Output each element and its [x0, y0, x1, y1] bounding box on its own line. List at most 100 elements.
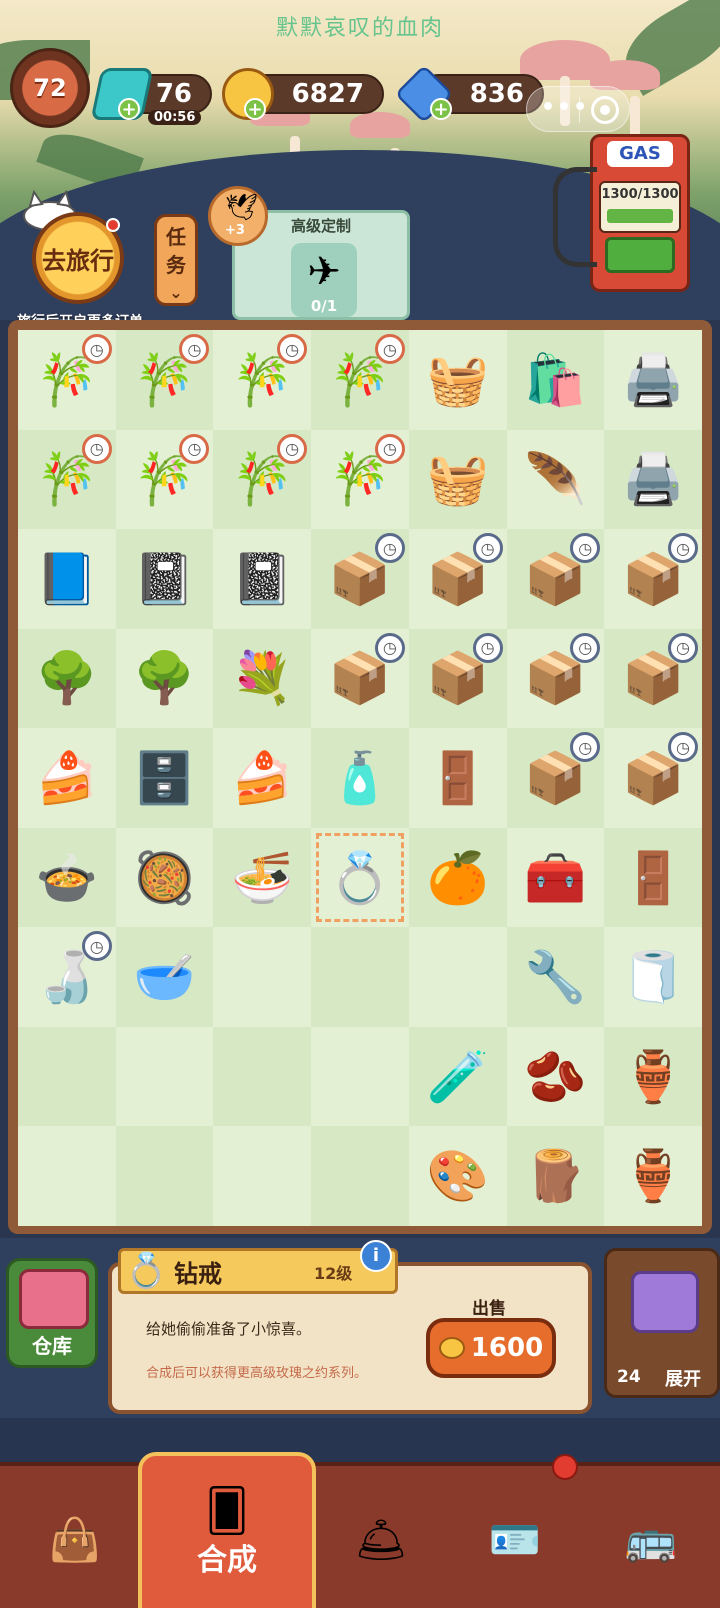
- board-cell[interactable]: 📦 ◷: [604, 529, 702, 629]
- board-cell[interactable]: 🏺: [604, 1126, 702, 1226]
- board-item-icon[interactable]: 🌳: [126, 639, 204, 717]
- board-cell[interactable]: [115, 1126, 214, 1226]
- board-cell[interactable]: 🥣: [115, 927, 214, 1027]
- info-icon[interactable]: i: [360, 1240, 392, 1272]
- board-item-icon[interactable]: 🪵: [516, 1137, 594, 1215]
- board-item-icon[interactable]: 🍰: [28, 739, 106, 817]
- board-item-icon[interactable]: 🛍️: [516, 341, 594, 419]
- board-cell[interactable]: 🧺: [408, 429, 507, 530]
- board-cell[interactable]: 🪵: [506, 1126, 605, 1226]
- board-cell[interactable]: [311, 927, 409, 1027]
- board-cell[interactable]: 📦 ◷: [604, 728, 702, 828]
- add-energy-button[interactable]: +: [118, 98, 140, 120]
- board-item-icon[interactable]: 🏺: [614, 1038, 692, 1116]
- board-item-icon[interactable]: 🧻: [614, 938, 692, 1016]
- board-cell[interactable]: 🚪: [604, 827, 702, 928]
- board-item-icon[interactable]: 🍜: [223, 839, 301, 917]
- board-cell[interactable]: 📦 ◷: [311, 628, 409, 729]
- board-item-icon[interactable]: 🍊: [419, 839, 497, 917]
- warehouse-button[interactable]: 仓库: [6, 1258, 98, 1368]
- board-cell[interactable]: 🌳: [115, 628, 214, 729]
- nav-merge[interactable]: 🂠 合成: [138, 1452, 316, 1608]
- add-coins-button[interactable]: +: [244, 98, 266, 120]
- board-cell[interactable]: 📦 ◷: [408, 529, 507, 629]
- board-cell[interactable]: 🧺: [408, 330, 507, 430]
- board-cell[interactable]: 🎋 ◷: [213, 330, 312, 430]
- board-item-icon[interactable]: 🧺: [419, 440, 497, 518]
- board-cell[interactable]: [18, 1026, 116, 1127]
- board-cell[interactable]: 📦 ◷: [604, 628, 702, 729]
- board-cell[interactable]: 🏺: [604, 1026, 702, 1127]
- board-item-icon[interactable]: 🔧: [516, 938, 594, 1016]
- board-cell[interactable]: 🥘: [115, 827, 214, 928]
- board-item-icon[interactable]: 💍: [321, 839, 399, 917]
- board-cell[interactable]: 🍰: [213, 728, 312, 828]
- board-cell[interactable]: 🧰: [506, 827, 605, 928]
- board-item-icon[interactable]: 🍰: [223, 739, 301, 817]
- board-cell[interactable]: 🧴: [311, 728, 409, 828]
- board-cell[interactable]: 🚪: [408, 728, 507, 828]
- board-item-icon[interactable]: 🥘: [126, 839, 204, 917]
- board-cell[interactable]: 🎋 ◷: [311, 429, 409, 530]
- board-item-icon[interactable]: 🗄️: [126, 739, 204, 817]
- board-cell[interactable]: 📦 ◷: [311, 529, 409, 629]
- board-cell[interactable]: 🧪: [408, 1026, 507, 1127]
- board-cell[interactable]: 🌳: [18, 628, 116, 729]
- board-cell[interactable]: 🧻: [604, 927, 702, 1027]
- player-level-badge[interactable]: 72: [10, 48, 90, 128]
- board-cell[interactable]: 💐: [213, 628, 312, 729]
- board-cell[interactable]: 🍊: [408, 827, 507, 928]
- expand-button[interactable]: 24 展开: [604, 1248, 720, 1398]
- board-item-icon[interactable]: 🌳: [28, 639, 106, 717]
- board-cell[interactable]: 🎋 ◷: [115, 429, 214, 530]
- close-target-icon[interactable]: [591, 96, 619, 124]
- board-cell[interactable]: [213, 927, 312, 1027]
- board-cell[interactable]: 🍲: [18, 827, 116, 928]
- board-cell[interactable]: 🎋 ◷: [213, 429, 312, 530]
- board-cell[interactable]: [115, 1026, 214, 1127]
- board-cell[interactable]: 📦 ◷: [506, 628, 605, 729]
- board-item-icon[interactable]: 🧺: [419, 341, 497, 419]
- more-menu-icon[interactable]: •••: [541, 95, 589, 120]
- board-item-icon[interactable]: 🪶: [516, 440, 594, 518]
- board-cell[interactable]: 📦 ◷: [506, 728, 605, 828]
- board-item-icon[interactable]: 🏺: [614, 1137, 692, 1215]
- board-cell[interactable]: 🔧: [506, 927, 605, 1027]
- board-cell[interactable]: [213, 1026, 312, 1127]
- board-item-icon[interactable]: 🫘: [516, 1038, 594, 1116]
- nav-restaurant[interactable]: 🛎: [326, 1490, 436, 1590]
- board-item-icon[interactable]: 📘: [28, 540, 106, 618]
- board-item-icon[interactable]: 💐: [223, 639, 301, 717]
- nav-bus[interactable]: 🚌: [596, 1490, 706, 1590]
- board-cell[interactable]: 🛍️: [506, 330, 605, 430]
- board-cell[interactable]: 🖨️: [604, 330, 702, 430]
- gas-pump[interactable]: GAS 1300/1300: [553, 134, 690, 292]
- board-item-icon[interactable]: 🧪: [419, 1038, 497, 1116]
- board-item-icon[interactable]: 🧰: [516, 839, 594, 917]
- board-cell[interactable]: [311, 1126, 409, 1226]
- add-gems-button[interactable]: +: [430, 98, 452, 120]
- board-cell[interactable]: 🍶 ◷: [18, 927, 116, 1027]
- board-item-icon[interactable]: 🧴: [321, 739, 399, 817]
- board-cell[interactable]: 🎋 ◷: [18, 330, 116, 430]
- board-cell[interactable]: 🍜: [213, 827, 312, 928]
- board-cell[interactable]: 🪶: [506, 429, 605, 530]
- board-item-icon[interactable]: 📓: [223, 540, 301, 618]
- board-item-icon[interactable]: 📓: [126, 540, 204, 618]
- board-cell[interactable]: 🎨: [408, 1126, 507, 1226]
- board-item-icon[interactable]: 🖨️: [614, 341, 692, 419]
- board-cell[interactable]: 📓: [115, 529, 214, 629]
- sell-button[interactable]: 1600: [426, 1318, 556, 1378]
- board-cell[interactable]: 🍰: [18, 728, 116, 828]
- board-item-icon[interactable]: 🖨️: [614, 440, 692, 518]
- board-cell[interactable]: 🫘: [506, 1026, 605, 1127]
- board-item-icon[interactable]: 🥣: [126, 938, 204, 1016]
- board-cell[interactable]: 📓: [213, 529, 312, 629]
- board-cell[interactable]: 📘: [18, 529, 116, 629]
- board-item-icon[interactable]: 🚪: [419, 739, 497, 817]
- board-cell[interactable]: [408, 927, 507, 1027]
- board-cell[interactable]: [311, 1026, 409, 1127]
- board-cell[interactable]: 🖨️: [604, 429, 702, 530]
- board-cell[interactable]: 📦 ◷: [506, 529, 605, 629]
- board-cell[interactable]: 🎋 ◷: [311, 330, 409, 430]
